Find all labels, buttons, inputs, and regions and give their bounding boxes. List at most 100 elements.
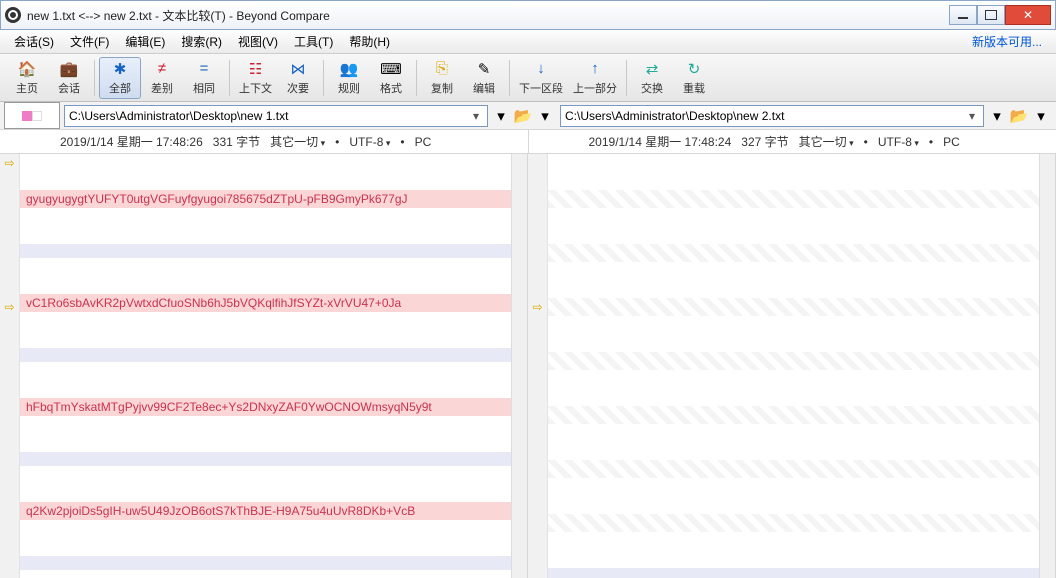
menu-view[interactable]: 视图(V) [230,30,286,53]
close-button[interactable] [1005,5,1051,25]
toolbar-separator [94,60,95,96]
menu-session[interactable]: 会话(S) [6,30,62,53]
diff-line: vC1Ro6sbAvKR2pVwtxdCfuoSNb6hJ5bVQKqlfihJ… [20,294,511,312]
right-filter-dropdown[interactable]: 其它一切 [799,133,854,150]
reload-button[interactable]: ↻重载 [673,57,715,99]
edit-button[interactable]: ✎编辑 [463,57,505,99]
arrow-icon[interactable]: ⇨ [0,298,19,316]
missing-line [548,514,1039,532]
toolbar-separator [229,60,230,96]
prev-icon: ↑ [586,60,604,78]
right-encoding-dropdown[interactable]: UTF-8 [878,135,919,149]
diff-button[interactable]: ≠差别 [141,57,183,99]
chevron-down-icon[interactable]: ▾ [965,109,979,123]
home-button[interactable]: 🏠主页 [6,57,48,99]
left-open-icon[interactable]: ▾ [536,107,554,125]
left-filter-dropdown[interactable]: 其它一切 [270,133,325,150]
format-button[interactable]: ⌨格式 [370,57,412,99]
left-scrollbar[interactable] [511,154,527,578]
left-gutter: ⇨ ⇨ [0,154,20,578]
app-icon [5,7,21,23]
gap-line [20,244,511,258]
next-icon: ↓ [532,60,550,78]
right-scrollbar[interactable] [1039,154,1055,578]
left-browse-icon[interactable]: 📂 [514,107,532,125]
update-link[interactable]: 新版本可用... [964,30,1050,53]
right-gutter: ⇨ [528,154,548,578]
missing-line [548,460,1039,478]
left-info: 2019/1/14 星期一 17:48:26 331 字节 其它一切 • UTF… [0,130,529,153]
right-size: 327 字节 [741,133,788,150]
same-button[interactable]: =相同 [183,57,225,99]
toolbar-separator [509,60,510,96]
minor-icon: ⋈ [289,60,307,78]
maximize-button[interactable] [977,5,1005,25]
rules-button[interactable]: 👥规则 [328,57,370,99]
same-icon: = [195,60,213,78]
left-path-pane: C:\Users\Administrator\Desktop\new 1.txt… [64,105,560,127]
diff-line: hFbqTmYskatMTgPyjvv99CF2Te8ec+Ys2DNxyZAF… [20,398,511,416]
left-history-icon[interactable]: ▾ [492,107,510,125]
left-text-area[interactable]: gyugyugygtYUFYT0utgVGFuyfgyugoi785675dZT… [20,154,511,578]
all-button[interactable]: ✱全部 [99,57,141,99]
right-text-area[interactable]: rWu5qSJGEnbsXNfJdq5L2Dyufytyygfhyh-dghyu… [548,154,1039,578]
left-path-input[interactable]: C:\Users\Administrator\Desktop\new 1.txt… [64,105,488,127]
left-mtime: 2019/1/14 星期一 17:48:26 [60,133,203,150]
menu-edit[interactable]: 编辑(E) [117,30,173,53]
diff-line: gyugyugygtYUFYT0utgVGFuyfgyugoi785675dZT… [20,190,511,208]
reload-icon: ↻ [685,60,703,78]
session-button[interactable]: 💼会话 [48,57,90,99]
all-icon: ✱ [111,60,129,78]
right-history-icon[interactable]: ▾ [988,107,1006,125]
copy-button[interactable]: ⎘复制 [421,57,463,99]
missing-line [548,406,1039,424]
titlebar: new 1.txt <--> new 2.txt - 文本比较(T) - Bey… [0,0,1056,30]
gap-line [20,556,511,570]
diff-line: q2Kw2pjoiDs5gIH-uw5U49JzOB6otS7kThBJE-H9… [20,502,511,520]
menu-help[interactable]: 帮助(H) [341,30,398,53]
missing-line [548,190,1039,208]
toolbar: 🏠主页 💼会话 ✱全部 ≠差别 =相同 ☷上下文 ⋈次要 👥规则 ⌨格式 ⎘复制… [0,54,1056,102]
arrow-icon[interactable]: ⇨ [528,298,547,316]
chevron-down-icon[interactable]: ▾ [469,109,483,123]
minor-button[interactable]: ⋈次要 [277,57,319,99]
right-info: 2019/1/14 星期一 17:48:24 327 字节 其它一切 • UTF… [529,130,1056,153]
right-mtime: 2019/1/14 星期一 17:48:24 [589,133,732,150]
rules-icon: 👥 [340,60,358,78]
missing-line [548,352,1039,370]
right-browse-icon[interactable]: 📂 [1010,107,1028,125]
left-pane: ⇨ ⇨ gyugyugygtYUFYT0utgVGFuyfgyugoi78567… [0,154,528,578]
session-icon: 💼 [60,60,78,78]
toolbar-separator [626,60,627,96]
next-section-button[interactable]: ↓下一区段 [514,57,568,99]
window-title: new 1.txt <--> new 2.txt - 文本比较(T) - Bey… [27,7,949,24]
right-path-input[interactable]: C:\Users\Administrator\Desktop\new 2.txt… [560,105,984,127]
missing-line [548,244,1039,262]
edit-icon: ✎ [475,60,493,78]
right-open-icon[interactable]: ▾ [1032,107,1050,125]
menu-tools[interactable]: 工具(T) [286,30,341,53]
compare-thumbnail[interactable] [4,102,60,129]
right-path-pane: C:\Users\Administrator\Desktop\new 2.txt… [560,105,1056,127]
right-path-text: C:\Users\Administrator\Desktop\new 2.txt [565,109,965,123]
gap-line [20,452,511,466]
swap-button[interactable]: ⇄交换 [631,57,673,99]
format-icon: ⌨ [382,60,400,78]
left-lineend: PC [415,135,432,149]
right-lineend: PC [943,135,960,149]
prev-part-button[interactable]: ↑上一部分 [568,57,622,99]
toolbar-separator [416,60,417,96]
compare-area: ⇨ ⇨ gyugyugygtYUFYT0utgVGFuyfgyugoi78567… [0,154,1056,578]
left-size: 331 字节 [213,133,260,150]
copy-icon: ⎘ [433,60,451,78]
home-icon: 🏠 [18,60,36,78]
menu-file[interactable]: 文件(F) [62,30,117,53]
menu-search[interactable]: 搜索(R) [173,30,230,53]
gap-line [20,348,511,362]
context-button[interactable]: ☷上下文 [234,57,277,99]
arrow-icon[interactable]: ⇨ [0,154,19,172]
diff-icon: ≠ [153,60,171,78]
left-encoding-dropdown[interactable]: UTF-8 [349,135,390,149]
menubar: 会话(S) 文件(F) 编辑(E) 搜索(R) 视图(V) 工具(T) 帮助(H… [0,30,1056,54]
minimize-button[interactable] [949,5,977,25]
